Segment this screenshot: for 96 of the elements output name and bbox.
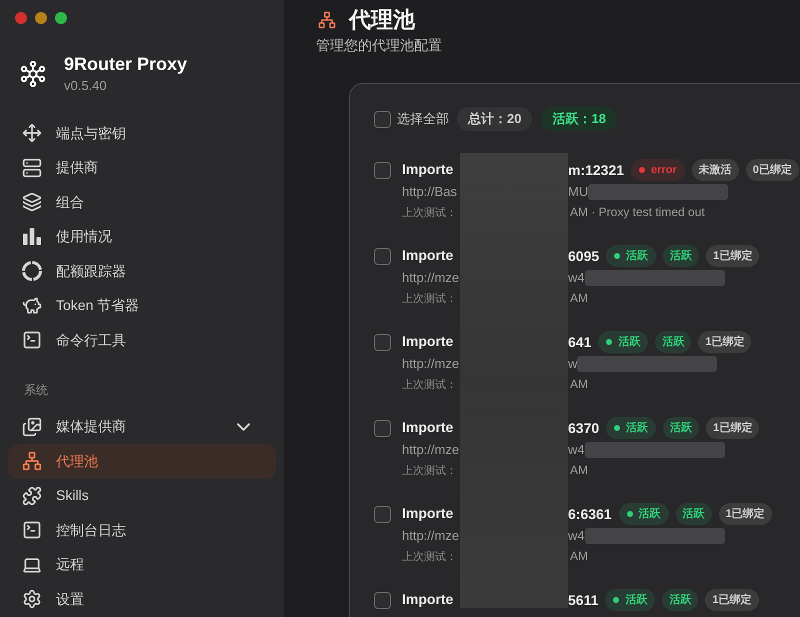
state-badge: 1已绑定 xyxy=(718,503,772,525)
last-test-label: 上次测试： xyxy=(402,465,457,477)
zoom-window-icon[interactable] xyxy=(55,12,67,24)
nav-item[interactable]: 提供商 xyxy=(8,150,276,185)
row-checkbox[interactable] xyxy=(374,420,391,436)
nav-item[interactable]: 代理池 xyxy=(8,444,276,478)
proxy-name: 641 xyxy=(568,332,592,352)
state-badge: 活跃 xyxy=(655,331,692,353)
proxy-name: Importe xyxy=(402,333,454,349)
nav-item[interactable]: 设置 xyxy=(8,582,276,616)
page-subtitle: 管理您的代理池配置 xyxy=(316,36,442,54)
state-badge: 1已绑定 xyxy=(698,331,752,353)
app-name: 9Router Proxy xyxy=(64,53,188,75)
state-badge: 活跃 xyxy=(663,245,700,267)
puzzle-icon xyxy=(22,486,42,506)
images-icon xyxy=(22,416,42,437)
chevron-icon xyxy=(237,422,250,431)
last-test-label: 上次测试： xyxy=(402,379,457,391)
status-label: 活跃 xyxy=(638,506,661,522)
piggy-bank-icon xyxy=(22,296,42,316)
row-checkbox[interactable] xyxy=(374,334,391,350)
total-count-pill: 总计：20 xyxy=(457,107,532,131)
terminal-icon xyxy=(22,330,42,350)
ring-icon xyxy=(22,261,42,282)
nav-item[interactable]: 命令行工具 xyxy=(8,323,276,358)
layers-icon xyxy=(22,192,42,212)
nav-item[interactable]: Token 节省器 xyxy=(8,288,276,323)
nav-item[interactable]: Skills xyxy=(8,478,276,513)
settings-icon xyxy=(22,589,42,610)
nav-item[interactable]: 使用情况 xyxy=(8,220,276,254)
proxy-url: http://mze xyxy=(402,442,460,457)
last-test-label: 上次测试： xyxy=(402,551,457,563)
section-title: 系统 xyxy=(24,382,48,396)
proxy-url: w xyxy=(568,355,578,374)
four-arrows-icon xyxy=(22,123,42,144)
proxy-name: 5611 xyxy=(568,590,598,610)
proxy-url: http://mze xyxy=(402,270,460,285)
proxy-name: Importe xyxy=(402,247,454,263)
app-version: v0.5.40 xyxy=(64,78,108,94)
proxy-url: http://mze xyxy=(402,528,460,543)
terminal-icon xyxy=(22,520,42,540)
proxy-url: w4 xyxy=(568,527,585,546)
select-all-checkbox[interactable] xyxy=(374,110,391,128)
sitemap-icon xyxy=(22,451,42,472)
proxy-url: MU xyxy=(568,183,588,202)
state-badge: 活跃 xyxy=(676,503,712,525)
last-test-label: 上次测试： xyxy=(402,207,457,219)
nav-item[interactable]: 远程 xyxy=(8,548,276,582)
state-badge: 1已绑定 xyxy=(706,417,760,439)
last-test-result: AM xyxy=(570,548,588,565)
nav-item[interactable]: 组合 xyxy=(8,185,276,220)
active-count-pill: 活跃：18 xyxy=(541,107,617,131)
page-title: 代理池 xyxy=(349,6,415,34)
state-badge: 1已绑定 xyxy=(705,589,758,611)
status-label: 活跃 xyxy=(618,334,640,350)
nav-item[interactable]: 媒体提供商 xyxy=(8,410,276,444)
bar-chart-icon xyxy=(23,228,41,246)
proxy-name: Importe xyxy=(402,161,454,177)
proxy-name: m:12321 xyxy=(568,160,624,180)
row-checkbox[interactable] xyxy=(374,248,391,264)
proxy-url: w4 xyxy=(568,441,585,460)
server-icon xyxy=(22,158,42,178)
last-test-result: AM xyxy=(570,376,588,393)
proxy-name: Importe xyxy=(402,591,454,607)
status-label: 活跃 xyxy=(626,420,648,436)
state-badge: 1已绑定 xyxy=(706,245,760,267)
state-badge: 活跃 xyxy=(662,589,698,611)
minimize-window-icon[interactable] xyxy=(35,12,47,24)
proxy-url: http://Bas xyxy=(402,184,457,199)
row-checkbox[interactable] xyxy=(374,506,391,522)
last-test-result: AM xyxy=(570,290,588,307)
row-checkbox[interactable] xyxy=(374,162,391,178)
logo-icon xyxy=(20,60,46,86)
last-test-label: 上次测试： xyxy=(402,293,457,305)
nav-item[interactable]: 控制台日志 xyxy=(8,513,276,548)
row-checkbox[interactable] xyxy=(374,592,391,608)
status-label: 活跃 xyxy=(625,592,648,608)
close-window-icon[interactable] xyxy=(15,12,27,24)
proxy-url: w4 xyxy=(568,269,585,288)
proxy-name: 6095 xyxy=(568,246,600,266)
state-badge: 活跃 xyxy=(663,417,700,439)
state-badge: 未激活 xyxy=(692,159,739,181)
sitemap-icon xyxy=(318,11,336,29)
last-test-result: AM xyxy=(570,462,588,479)
proxy-name: Importe xyxy=(402,505,454,521)
proxy-url: http://mze xyxy=(402,356,460,371)
proxy-name: Importe xyxy=(402,419,454,435)
state-badge: 0已绑定 xyxy=(746,159,799,181)
proxy-name: 6:6361 xyxy=(568,504,612,524)
nav-item[interactable]: 端点与密钥 xyxy=(8,116,276,150)
select-all-label[interactable]: 选择全部 xyxy=(397,109,449,129)
status-label: 活跃 xyxy=(626,248,648,264)
last-test-result: AM · Proxy test timed out xyxy=(570,204,705,221)
proxy-name: 6370 xyxy=(568,418,600,438)
status-label: error xyxy=(651,162,677,178)
nav-item[interactable]: 配额跟踪器 xyxy=(8,254,276,288)
